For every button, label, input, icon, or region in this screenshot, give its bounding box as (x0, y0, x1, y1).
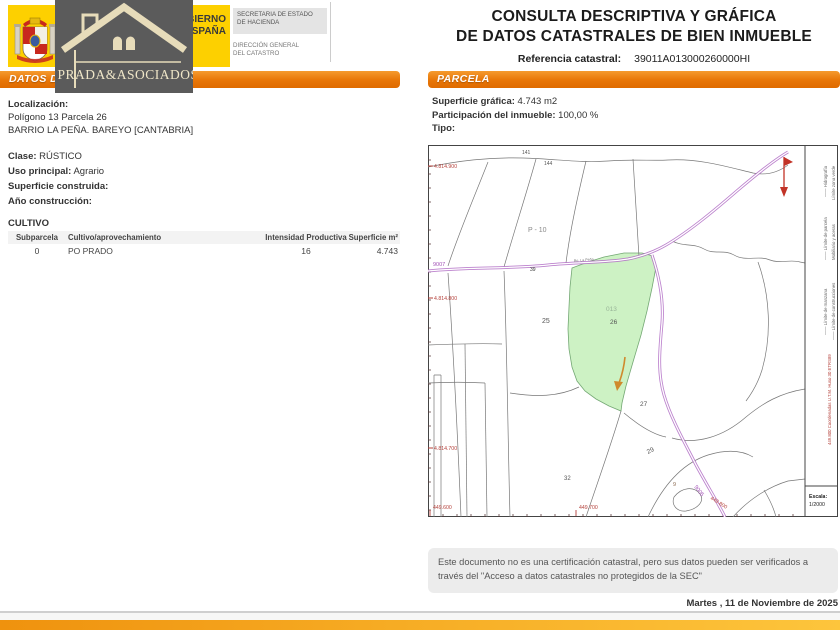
direccion-line1: DIRECCIÓN GENERAL (233, 42, 327, 50)
parcel-label-26: 26 (610, 319, 618, 326)
direccion-line2: DEL CATASTRO (233, 50, 327, 58)
parcel-label-25: 25 (542, 318, 550, 325)
superficie-grafica-row: Superficie gráfica: 4.743 m2 (432, 95, 832, 109)
anio-construccion-label: Año construcción: (8, 196, 92, 207)
scale-label: Escala: (809, 494, 827, 500)
disclaimer-box: Este documento no es una certificación c… (428, 548, 838, 593)
parcel-label-27: 27 (640, 401, 648, 408)
secretaria-line1: SECRETARIA DE ESTADO (237, 11, 323, 19)
coord-left-3: 4.814.700 (434, 446, 457, 452)
spain-coat-of-arms-icon (13, 10, 57, 63)
col-intensidad: Intensidad Productiva (264, 231, 348, 244)
cultivo-header-row: Subparcela Cultivo/aprovechamiento Inten… (8, 231, 400, 244)
uso-label: Uso principal: (8, 166, 71, 177)
superficie-construida-row: Superficie construida: (8, 181, 400, 192)
legend-mobiliario: Mobiliario y aceras (831, 224, 836, 260)
cadastral-document-page: GOBIERNO DE ESPAÑA SECRETARIA DE ESTADO … (0, 0, 840, 630)
legend-crs-note: 449.800 Coordenadas U.T.M. Huso 30 ETRS8… (827, 354, 832, 445)
secretaria-estado-box: SECRETARIA DE ESTADO DE HACIENDA (233, 8, 327, 34)
participacion-row: Participación del inmueble: 100,00 % (432, 109, 832, 123)
scale-value: 1/2000 (809, 502, 825, 508)
coord-left-1: 4.814.900 (434, 164, 457, 170)
legend-hidrografia: —— Hidrografía (823, 165, 828, 197)
coord-bottom-2: 449.700 (579, 505, 598, 511)
section-header-parcela: PARCELA (428, 71, 840, 88)
tipo-row: Tipo: (432, 122, 832, 136)
parcela-section-title: PARCELA (437, 73, 490, 85)
parcel-label-9: 9 (673, 482, 676, 488)
uso-value: Agrario (73, 166, 104, 177)
legend-limite-construcciones: —— Límite de construcciones (831, 283, 836, 340)
cell-intensidad: 16 (264, 244, 348, 258)
cadastral-map: 4.814.900 4.814.800 4.814.700 449.600 44… (428, 145, 838, 517)
parcel-label-141: 141 (522, 150, 531, 156)
parcel-label-32: 32 (564, 476, 571, 482)
footer-orange-bar (0, 620, 840, 630)
clase-label: Clase: (8, 151, 37, 162)
datos-section-title: DATOS D (9, 73, 58, 85)
cell-cultivo: PO PRADO (66, 244, 264, 258)
superficie-grafica-value: 4.743 m2 (518, 96, 558, 107)
uso-row: Uso principal: Agrario (8, 166, 400, 177)
legend-limite-manzana: —— Límite de manzana (823, 288, 828, 335)
house-logo-icon: PRADA&ASOCIADOS (55, 0, 193, 93)
anio-construccion-row: Año construcción: (8, 196, 400, 207)
cultivo-title: CULTIVO (8, 218, 400, 229)
referencia-catastral: Referencia catastral: 39011A013000260000… (428, 53, 840, 65)
localizacion-line2: BARRIO LA PEÑA. BAREYO [CANTABRIA] (8, 125, 400, 136)
col-cultivo: Cultivo/aprovechamiento (66, 231, 264, 244)
road-label-9007: 9007 (433, 262, 445, 268)
document-date: Martes , 11 de Noviembre de 2025 (428, 598, 838, 609)
legend-limite-parcela: —— Límite de parcela (823, 217, 828, 260)
polygon-label: P - 10 (528, 227, 547, 234)
legend-zona-verde: Límite zona verde (831, 165, 836, 200)
subparcel-label-013: 013 (606, 306, 617, 313)
participacion-label: Participación del inmueble: (432, 110, 556, 121)
tipo-label: Tipo: (432, 123, 455, 134)
title-line2: DE DATOS CATASTRALES DE BIEN INMUEBLE (428, 27, 840, 47)
participacion-value: 100,00 % (558, 110, 598, 121)
secretaria-line2: DE HACIENDA (237, 19, 323, 27)
clase-value: RÚSTICO (39, 151, 82, 162)
localizacion-line1: Polígono 13 Parcela 26 (8, 112, 400, 123)
header-divider (330, 2, 331, 62)
disclaimer-text: Este documento no es una certificación c… (438, 557, 808, 581)
coord-left-2: 4.814.800 (434, 296, 457, 302)
referencia-label: Referencia catastral: (518, 53, 621, 65)
title-line1: CONSULTA DESCRIPTIVA Y GRÁFICA (428, 7, 840, 27)
localizacion-label: Localización: (8, 99, 400, 110)
direccion-general-label: DIRECCIÓN GENERAL DEL CATASTRO (233, 42, 327, 57)
col-superficie: Superficie m² (348, 231, 400, 244)
superficie-construida-label: Superficie construida: (8, 181, 108, 192)
cultivo-table: Subparcela Cultivo/aprovechamiento Inten… (8, 231, 400, 258)
parcel-label-144: 144 (544, 161, 553, 167)
cell-subparcela: 0 (8, 244, 66, 258)
cell-superficie: 4.743 (348, 244, 400, 258)
referencia-value: 39011A013000260000HI (634, 53, 750, 65)
road-label-39: 39 (530, 267, 536, 273)
col-subparcela: Subparcela (8, 231, 66, 244)
prada-asociados-watermark: PRADA&ASOCIADOS (55, 0, 193, 93)
clase-row: Clase: RÚSTICO (8, 151, 400, 162)
coord-bottom-1: 449.600 (433, 505, 452, 511)
superficie-grafica-label: Superficie gráfica: (432, 96, 515, 107)
cultivo-data-row: 0 PO PRADO 16 4.743 (8, 244, 400, 258)
watermark-text: PRADA&ASOCIADOS (57, 67, 193, 82)
parcela-facts: Superficie gráfica: 4.743 m2 Participaci… (432, 95, 832, 136)
document-title: CONSULTA DESCRIPTIVA Y GRÁFICA DE DATOS … (428, 7, 840, 65)
